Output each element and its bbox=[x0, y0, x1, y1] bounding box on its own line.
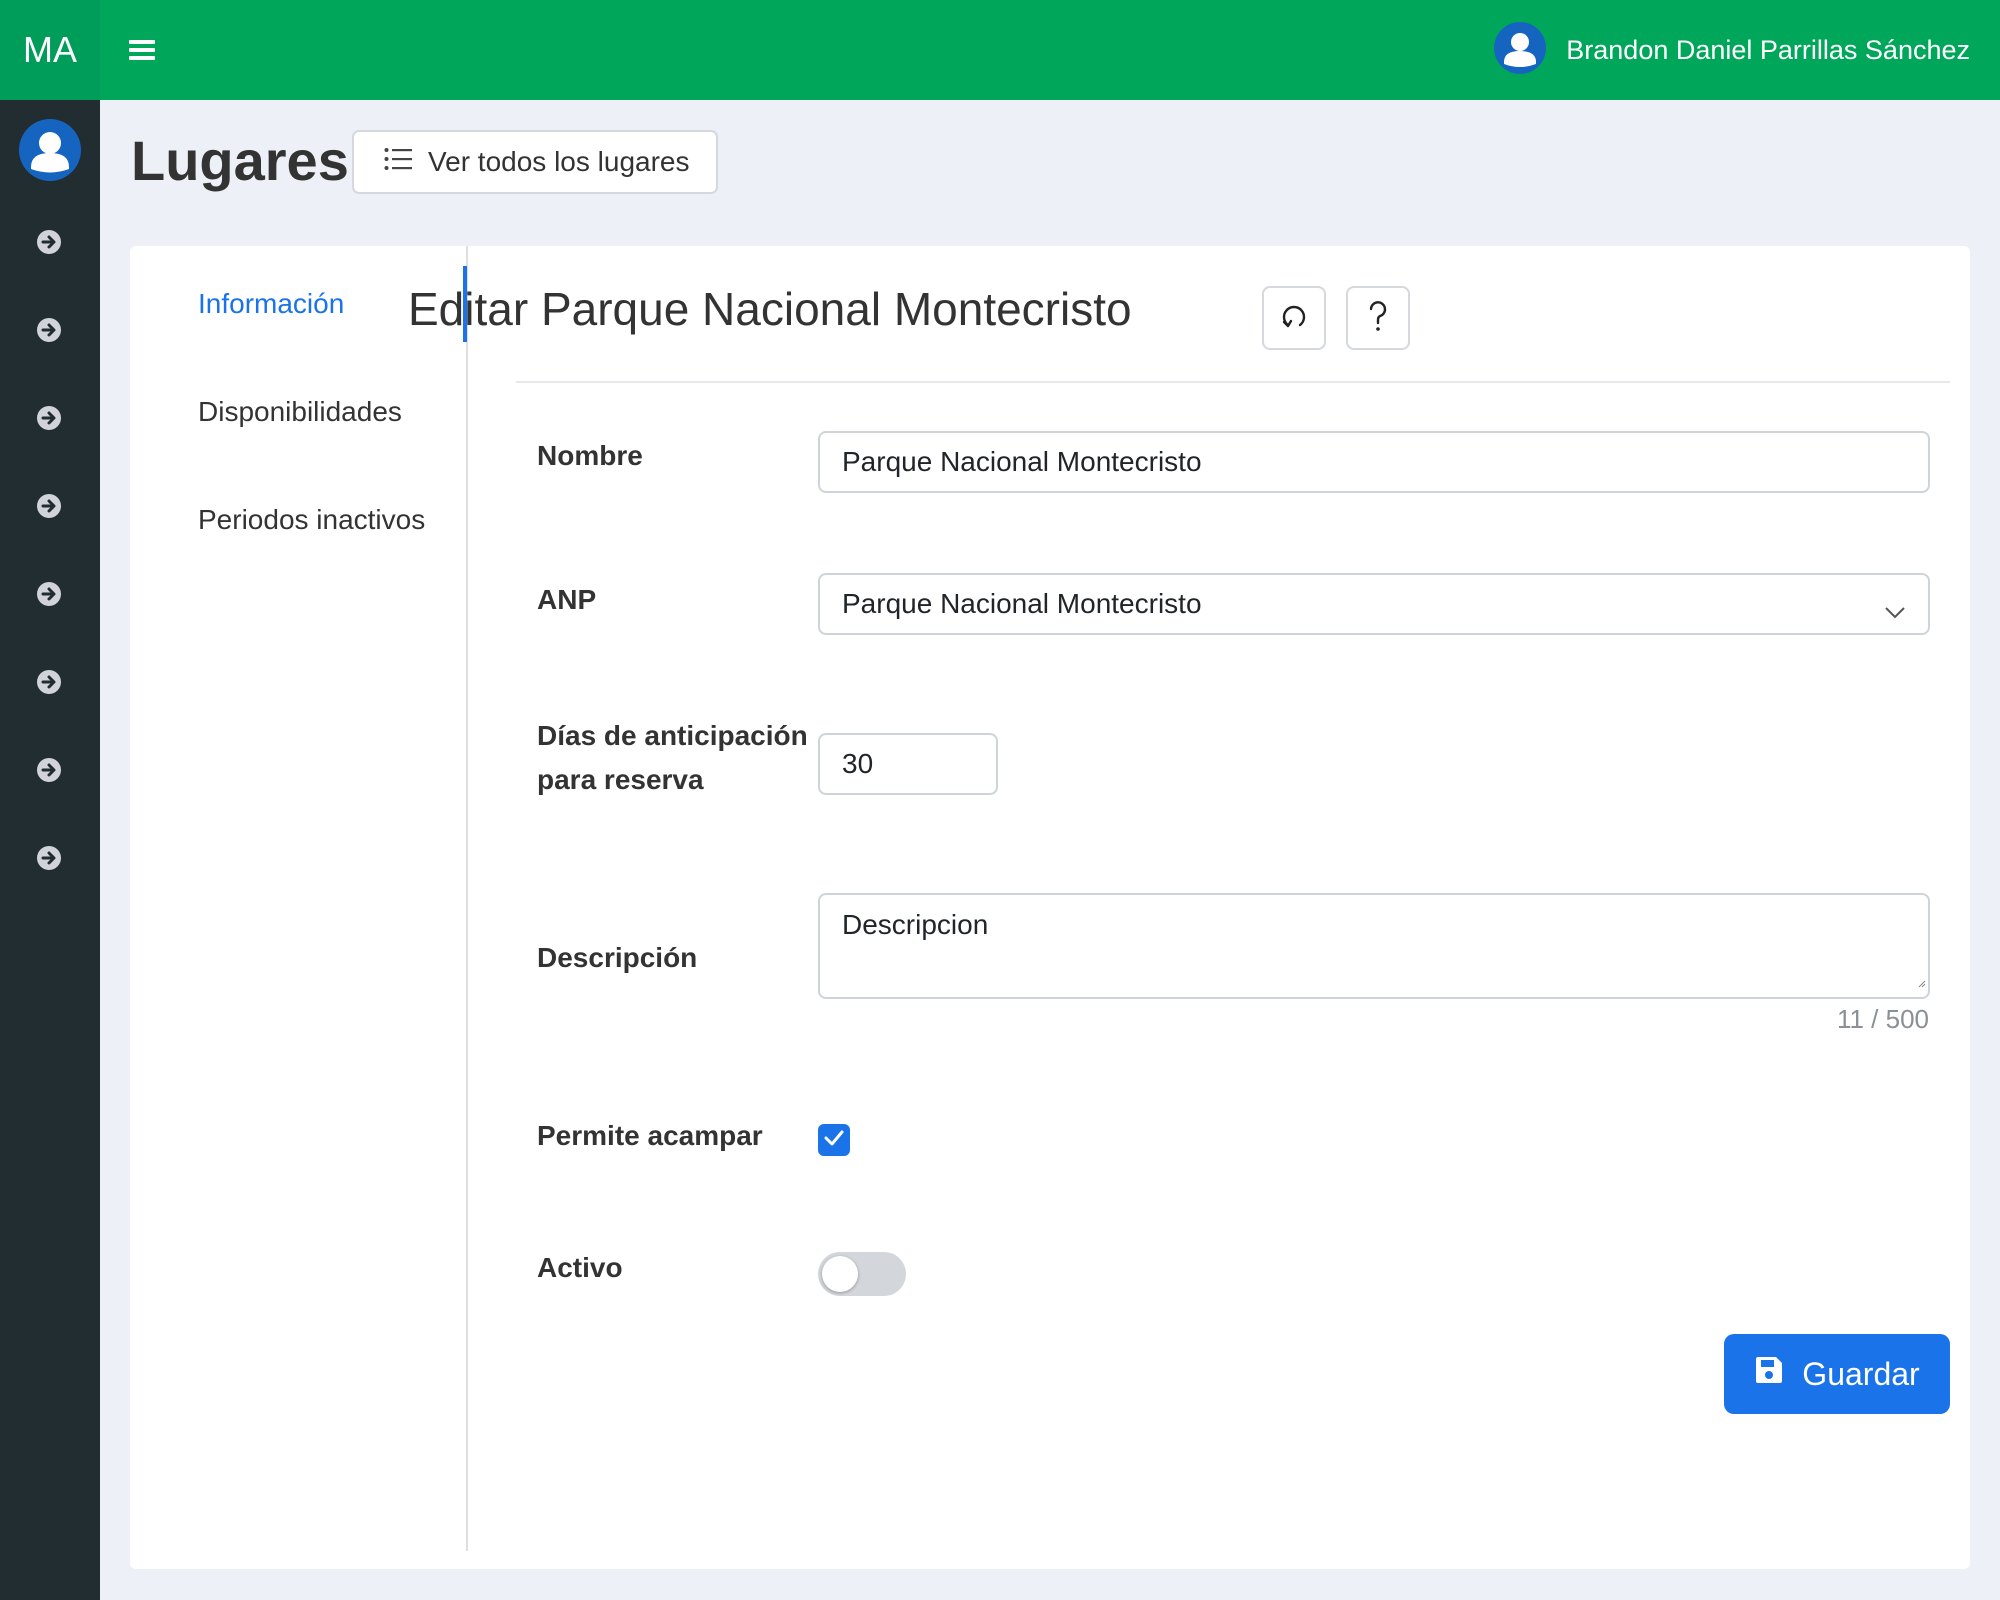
tab-periodos-inactivos[interactable]: Periodos inactivos bbox=[198, 504, 425, 536]
descripcion-textarea[interactable]: Descripcion bbox=[818, 893, 1930, 999]
sidebar-item-7[interactable] bbox=[35, 757, 63, 788]
list-icon bbox=[384, 146, 412, 178]
arrow-circle-right-icon bbox=[36, 493, 62, 524]
refresh-icon bbox=[1279, 301, 1309, 336]
dias-input[interactable]: 30 bbox=[818, 733, 998, 795]
arrow-circle-right-icon bbox=[36, 317, 62, 348]
descripcion-char-counter: 11 / 500 bbox=[1836, 1004, 1929, 1034]
brand-text: MA bbox=[23, 29, 77, 70]
top-navbar: Brandon Daniel Parrillas Sánchez bbox=[100, 0, 2000, 100]
sidebar-item-2[interactable] bbox=[35, 317, 63, 348]
page-title: Lugares bbox=[131, 129, 349, 192]
help-button[interactable] bbox=[1346, 286, 1410, 350]
sidebar-item-3[interactable] bbox=[35, 405, 63, 436]
arrow-circle-right-icon bbox=[36, 669, 62, 700]
user-avatar-icon[interactable] bbox=[19, 119, 81, 186]
sidebar bbox=[0, 100, 100, 1600]
tab-informacion[interactable]: Información bbox=[198, 288, 344, 320]
check-icon bbox=[823, 1129, 845, 1152]
tab-nav: Información Disponibilidades Periodos in… bbox=[130, 246, 468, 1551]
nombre-input[interactable]: Parque Nacional Montecristo bbox=[818, 431, 1930, 493]
dias-label-line2: para reserva bbox=[537, 764, 704, 795]
sidebar-item-8[interactable] bbox=[35, 845, 63, 876]
hamburger-menu-icon[interactable] bbox=[107, 0, 177, 100]
user-avatar-icon bbox=[1494, 21, 1547, 79]
anp-label: ANP bbox=[537, 584, 597, 615]
acampar-label: Permite acampar bbox=[537, 1120, 763, 1151]
save-icon bbox=[1754, 1355, 1784, 1393]
arrow-circle-right-icon bbox=[36, 581, 62, 612]
dias-value: 30 bbox=[842, 748, 874, 779]
activo-label: Activo bbox=[537, 1252, 623, 1283]
arrow-circle-right-icon bbox=[36, 229, 62, 260]
view-all-places-label: Ver todos los lugares bbox=[428, 146, 690, 177]
sidebar-item-6[interactable] bbox=[35, 669, 63, 700]
anp-value: Parque Nacional Montecristo bbox=[842, 588, 1202, 619]
sidebar-item-1[interactable] bbox=[35, 229, 63, 260]
arrow-circle-right-icon bbox=[36, 405, 62, 436]
descripcion-value: Descripcion bbox=[842, 909, 989, 940]
help-icon bbox=[1366, 300, 1390, 337]
sidebar-item-5[interactable] bbox=[35, 581, 63, 612]
user-menu[interactable]: Brandon Daniel Parrillas Sánchez bbox=[1494, 0, 1970, 100]
user-name: Brandon Daniel Parrillas Sánchez bbox=[1566, 34, 1970, 65]
anp-select[interactable]: Parque Nacional Montecristo bbox=[818, 573, 1930, 635]
form-divider bbox=[516, 381, 1950, 383]
sidebar-item-4[interactable] bbox=[35, 493, 63, 524]
toggle-knob bbox=[822, 1256, 858, 1292]
chevron-down-icon bbox=[1884, 595, 1906, 627]
tab-disponibilidades[interactable]: Disponibilidades bbox=[198, 396, 402, 428]
nombre-value: Parque Nacional Montecristo bbox=[842, 446, 1202, 477]
resize-handle-icon[interactable] bbox=[1918, 963, 1926, 995]
dias-label-line1: Días de anticipación bbox=[537, 720, 808, 751]
save-button[interactable]: Guardar bbox=[1724, 1334, 1950, 1414]
save-label: Guardar bbox=[1802, 1355, 1920, 1392]
arrow-circle-right-icon bbox=[36, 757, 62, 788]
descripcion-label: Descripción bbox=[537, 942, 698, 973]
form-title: Editar Parque Nacional Montecristo bbox=[408, 283, 1132, 335]
dias-label: Días de anticipación para reserva bbox=[537, 714, 808, 802]
view-all-places-button[interactable]: Ver todos los lugares bbox=[352, 130, 718, 194]
activo-toggle[interactable] bbox=[818, 1252, 906, 1296]
brand-logo[interactable]: MA bbox=[0, 0, 100, 100]
nombre-label: Nombre bbox=[537, 440, 643, 471]
refresh-button[interactable] bbox=[1262, 286, 1326, 350]
arrow-circle-right-icon bbox=[36, 845, 62, 876]
acampar-checkbox[interactable] bbox=[818, 1124, 850, 1156]
